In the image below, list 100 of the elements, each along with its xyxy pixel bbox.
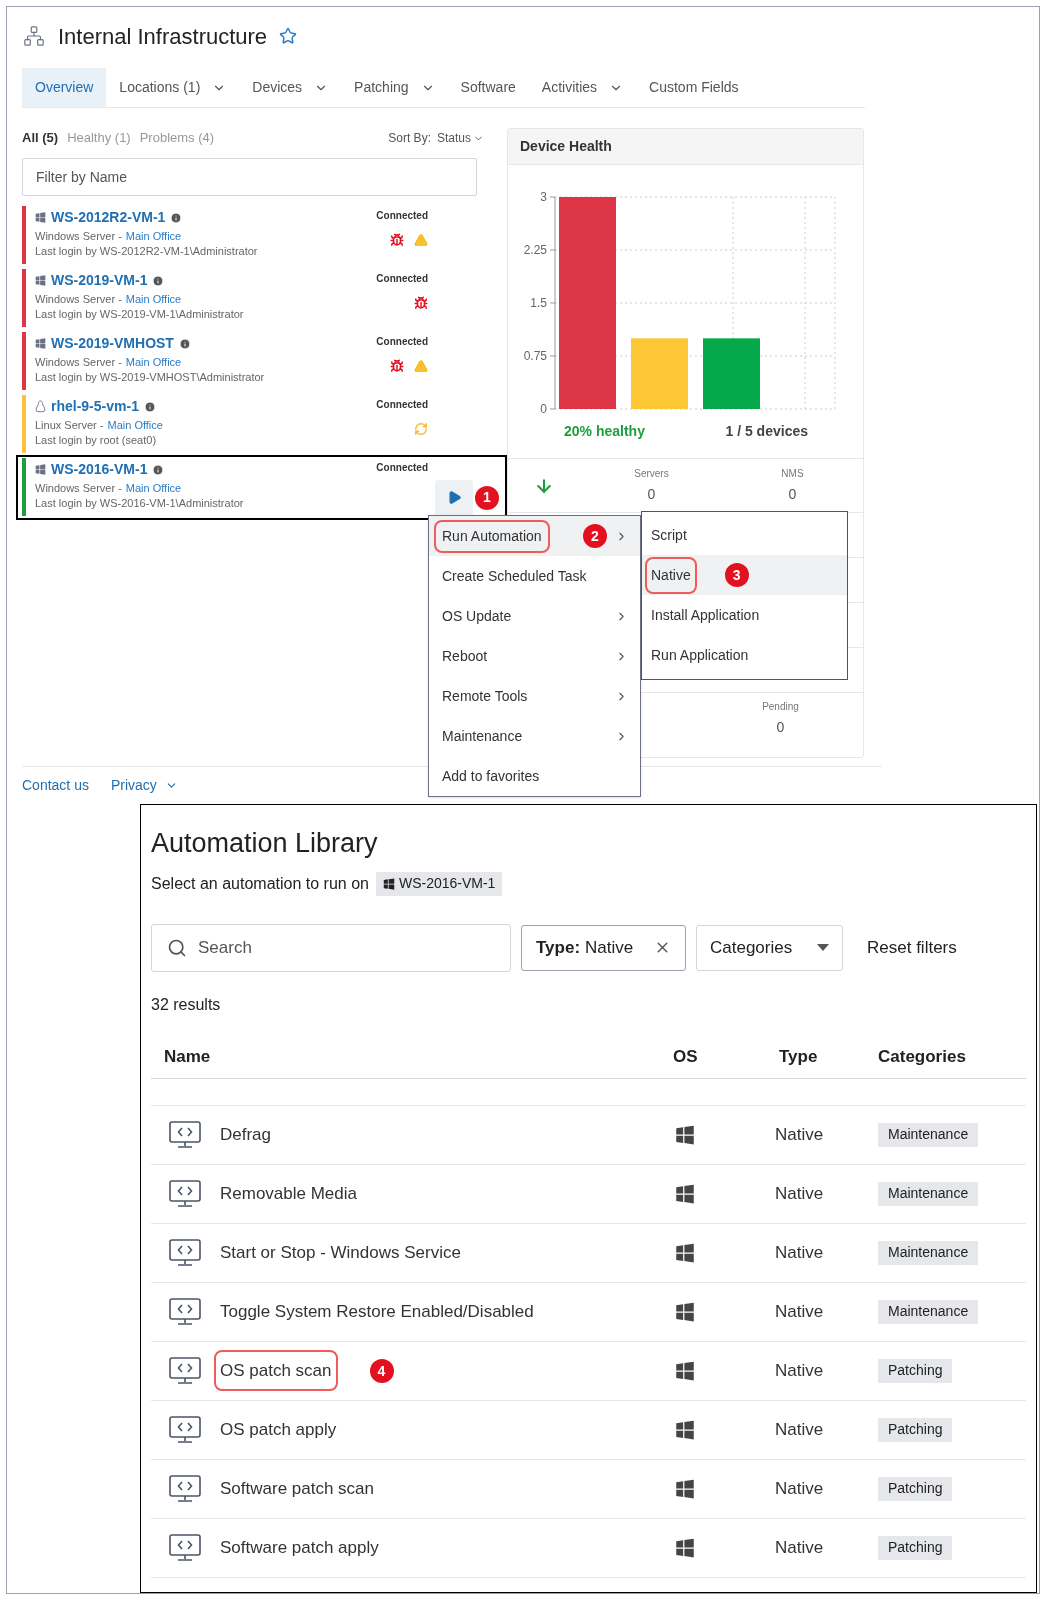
menu-item[interactable]: Native 3 [642, 555, 847, 595]
monitor-code-icon [168, 1119, 202, 1150]
stat-value: 0 [788, 485, 797, 504]
location-link[interactable]: Main Office [107, 417, 163, 433]
star-icon[interactable] [279, 27, 298, 45]
monitor-code-icon [168, 1414, 202, 1445]
nav-tab[interactable]: Custom Fields [636, 68, 752, 107]
device-name-link[interactable]: WS-2019-VMHOST [51, 333, 174, 354]
monitor-code-icon [168, 1355, 202, 1386]
callout-badge: 3 [724, 563, 749, 587]
categories-dropdown[interactable]: Categories [696, 924, 843, 971]
automation-name: OS patch scan [220, 1360, 332, 1380]
table-row[interactable]: OS patch apply Native Patching [151, 1400, 1026, 1460]
caret-icon [817, 943, 829, 952]
reset-filters-button[interactable]: Reset filters [867, 934, 957, 961]
callout-badge: 1 [475, 485, 499, 510]
device-list-item[interactable]: WS-2012R2-VM-1 Windows Server - Main Office Last login by WS-2012R2-VM-1\Administrator Connected [22, 203, 507, 266]
table-row[interactable]: Removable Media Native Maintenance [151, 1164, 1026, 1224]
device-name-link[interactable]: WS-2019-VM-1 [51, 270, 148, 291]
automation-name: Removable Media [220, 1183, 357, 1203]
table-row[interactable]: Software patch apply Native Patching [151, 1518, 1026, 1578]
sort-dropdown[interactable]: Status [436, 129, 484, 147]
location-link[interactable]: Main Office [125, 480, 182, 496]
last-login-text: Last login by WS-2019-VMHOST\Administrator [35, 370, 266, 385]
y-tick-label: 0 [540, 402, 548, 416]
nav-tab[interactable]: Patching [341, 68, 448, 107]
nav-tab[interactable]: Activities [528, 68, 637, 107]
stat-label: Servers [634, 467, 669, 481]
device-list-item[interactable]: WS-2019-VMHOST Windows Server - Main Office Last login by WS-2019-VMHOST\Administrator Connected [22, 329, 507, 392]
device-list-item[interactable]: rhel-9-5-vm-1 Linux Server - Main Office Last login by root (seat0) Connected [22, 392, 507, 455]
y-tick-label: 1.5 [530, 296, 548, 310]
table-row[interactable]: Defrag Native Maintenance [151, 1105, 1026, 1165]
category-tag: Patching [878, 1476, 953, 1501]
location-link[interactable]: Main Office [125, 354, 182, 370]
info-icon [170, 211, 183, 224]
footer-link[interactable]: Privacy [110, 775, 178, 796]
device-chip: WS-2016-VM-1 [375, 871, 503, 896]
search-icon [167, 937, 187, 958]
last-login-text: Last login by WS-2019-VM-1\Administrator [35, 307, 245, 322]
table-row[interactable]: Software patch scan Native Patching [151, 1459, 1026, 1519]
category-tag: Maintenance [878, 1122, 979, 1147]
nav-tab[interactable]: Locations (1) [106, 68, 240, 107]
menu-item[interactable]: Maintenance [429, 716, 640, 756]
device-name-link[interactable]: rhel-9-5-vm-1 [51, 396, 139, 417]
menu-item[interactable]: Add to favorites [429, 756, 640, 796]
search-field[interactable]: Search [151, 923, 511, 972]
menu-item[interactable]: Reboot [429, 636, 640, 676]
menu-item[interactable]: OS Update [429, 596, 640, 636]
sort-label: Sort By: [388, 130, 431, 147]
page-title: Internal Infrastructure [58, 22, 268, 51]
filter-chip[interactable]: Type: Native [521, 924, 686, 971]
nav-tab[interactable]: Software [447, 68, 529, 107]
table-row[interactable]: Toggle System Restore Enabled/Disabled Native Maintenance [151, 1282, 1026, 1342]
device-list-item[interactable]: WS-2016-VM-1 Windows Server - Main Office Last login by WS-2016-VM-1\Administrator Connected 1 [22, 455, 507, 518]
os-label: Linux Server - [35, 418, 104, 433]
y-tick-label: 3 [540, 190, 548, 204]
automation-name: Software patch apply [220, 1537, 379, 1557]
column-header: OS [672, 1046, 699, 1069]
results-count: 32 results [151, 994, 222, 1015]
footer-link[interactable]: Contact us [22, 775, 89, 796]
windows-icon [382, 877, 395, 890]
filter-tab[interactable]: All (5) [22, 128, 59, 148]
type-text: Native [774, 1241, 825, 1264]
menu-item[interactable]: Run Automation 2 [429, 516, 640, 556]
type-text: Native [774, 1300, 825, 1323]
dialog-title: Automation Library [151, 827, 379, 860]
device-name-link[interactable]: WS-2012R2-VM-1 [51, 207, 166, 228]
last-login-text: Last login by WS-2016-VM-1\Administrator [35, 496, 245, 511]
type-text: Native [774, 1418, 825, 1441]
type-text: Native [774, 1182, 825, 1205]
y-tick-label: 2.25 [523, 243, 548, 257]
nav-tab[interactable]: Overview [22, 68, 107, 107]
type-text: Native [774, 1536, 825, 1559]
menu-item[interactable]: Remote Tools [429, 676, 640, 716]
device-list-item[interactable]: WS-2019-VM-1 Windows Server - Main Office Last login by WS-2019-VM-1\Administrator Connected [22, 266, 507, 329]
automation-name: Start or Stop - Windows Service [220, 1242, 461, 1262]
device-name-link[interactable]: WS-2016-VM-1 [51, 459, 148, 480]
last-login-text: Last login by WS-2012R2-VM-1\Administrator [35, 244, 259, 259]
stat-value: 0 [647, 485, 656, 504]
filter-field[interactable]: Filter by Name [22, 158, 477, 196]
connection-status: Connected [376, 272, 428, 286]
automation-name: OS patch apply [220, 1419, 337, 1439]
connection-status: Connected [376, 398, 428, 412]
stat-value: 0 [776, 718, 785, 737]
os-label: Windows Server - [35, 229, 122, 244]
nav-tab[interactable]: Devices [239, 68, 342, 107]
last-login-text: Last login by root (seat0) [35, 433, 158, 448]
location-link[interactable]: Main Office [125, 228, 182, 244]
monitor-code-icon [168, 1473, 202, 1504]
os-label: Windows Server - [35, 292, 122, 307]
category-tag: Patching [878, 1358, 953, 1383]
stat-label: NMS [781, 467, 804, 481]
info-icon [178, 337, 191, 350]
table-row[interactable]: OS patch scan 4 Native Patching [151, 1341, 1026, 1401]
run-button[interactable] [435, 479, 473, 516]
connection-status: Connected [376, 335, 428, 349]
monitor-code-icon [168, 1237, 202, 1268]
menu-item[interactable]: Create Scheduled Task [429, 556, 640, 596]
table-row[interactable]: Start or Stop - Windows Service Native Maintenance [151, 1223, 1026, 1283]
location-link[interactable]: Main Office [125, 291, 182, 307]
